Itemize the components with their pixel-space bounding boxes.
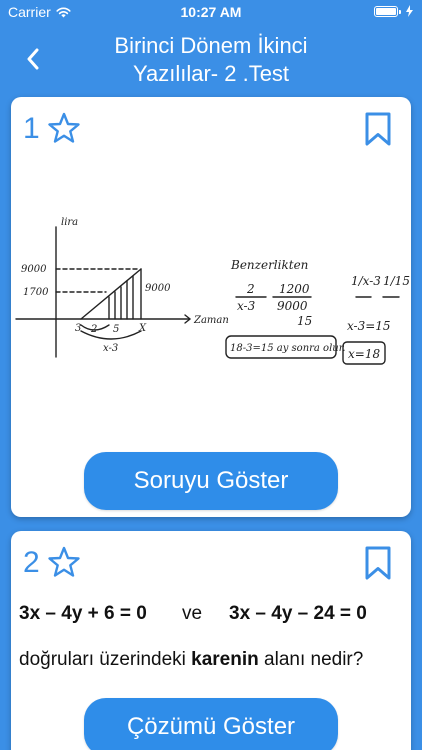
show-question-button[interactable]: Soruyu Göster	[84, 452, 338, 510]
question-card-2: 2 3x – 4y + 6 = 0 ve 3x – 4y – 24 = 0 do…	[11, 531, 411, 750]
question-text-bold: karenin	[191, 649, 259, 670]
handwriting-heading: Benzerlikten	[230, 258, 308, 272]
page-title-line2: Yazılılar- 2 .Test	[132, 61, 290, 86]
status-bar: Carrier 10:27 AM	[0, 0, 422, 22]
dim-label-2: 2	[90, 324, 97, 335]
show-solution-button[interactable]: Çözümü Göster	[84, 698, 338, 750]
handwritten-solution-image: lira Zaman 9000 1700 3 X 2 5 x-3 9000 Be…	[15, 217, 410, 365]
bookmark-icon[interactable]	[363, 111, 393, 147]
charging-icon	[406, 5, 413, 17]
question-card-1: 1 lira Zaman 9000 1700 3 X 2 5 x-3 9000 …	[11, 97, 411, 517]
equation-connector: ve	[182, 603, 203, 624]
star-icon[interactable]	[47, 545, 81, 579]
axis-y-label: lira	[61, 217, 78, 228]
question-text-before: doğruları üzerindeki	[19, 649, 192, 670]
back-button[interactable]	[18, 44, 48, 74]
box1-text: 18-3=15 ay sonra olur.	[230, 343, 346, 354]
equation-right: 3x – 4y – 24 = 0	[229, 603, 367, 624]
page-title-line1: Birinci Dönem İkinci	[114, 33, 308, 58]
question-text-after: alanı nedir?	[258, 649, 364, 670]
eq1-left-num: 2	[246, 282, 255, 296]
y-tick-9000: 9000	[21, 264, 47, 275]
question-text: doğruları üzerindeki karenin alanı nedir…	[19, 649, 363, 671]
eq1-right-den: 9000	[277, 299, 308, 313]
x-tick-x: X	[138, 323, 147, 334]
axis-x-label: Zaman	[193, 315, 229, 326]
star-icon[interactable]	[47, 111, 81, 145]
bookmark-icon[interactable]	[363, 545, 393, 581]
chevron-left-icon	[27, 48, 39, 70]
dim-label-x-3: x-3	[103, 343, 118, 354]
page-title: Birinci Dönem İkinci Yazılılar- 2 .Test	[60, 32, 362, 88]
eq2-left: 1/x-3	[351, 274, 381, 288]
question-number: 1	[23, 112, 40, 145]
x-tick-3: 3	[75, 323, 81, 334]
equation-left: 3x – 4y + 6 = 0	[19, 603, 147, 624]
eq1-left-den: x-3	[237, 299, 256, 313]
eq1-result: 15	[297, 314, 312, 328]
nav-bar: Birinci Dönem İkinci Yazılılar- 2 .Test	[0, 22, 422, 96]
y-tick-1700: 1700	[23, 287, 49, 298]
eq1-right-num: 1200	[279, 282, 310, 296]
dim-label-5: 5	[113, 324, 119, 335]
question-number: 2	[23, 546, 40, 579]
box2-text: x=18	[348, 347, 380, 361]
status-right	[374, 5, 414, 17]
battery-icon	[374, 5, 401, 17]
status-time: 10:27 AM	[180, 4, 242, 20]
eq3: x-3=15	[347, 319, 391, 333]
bar-label: 9000	[145, 283, 171, 294]
eq2-right: 1/15	[383, 274, 410, 288]
